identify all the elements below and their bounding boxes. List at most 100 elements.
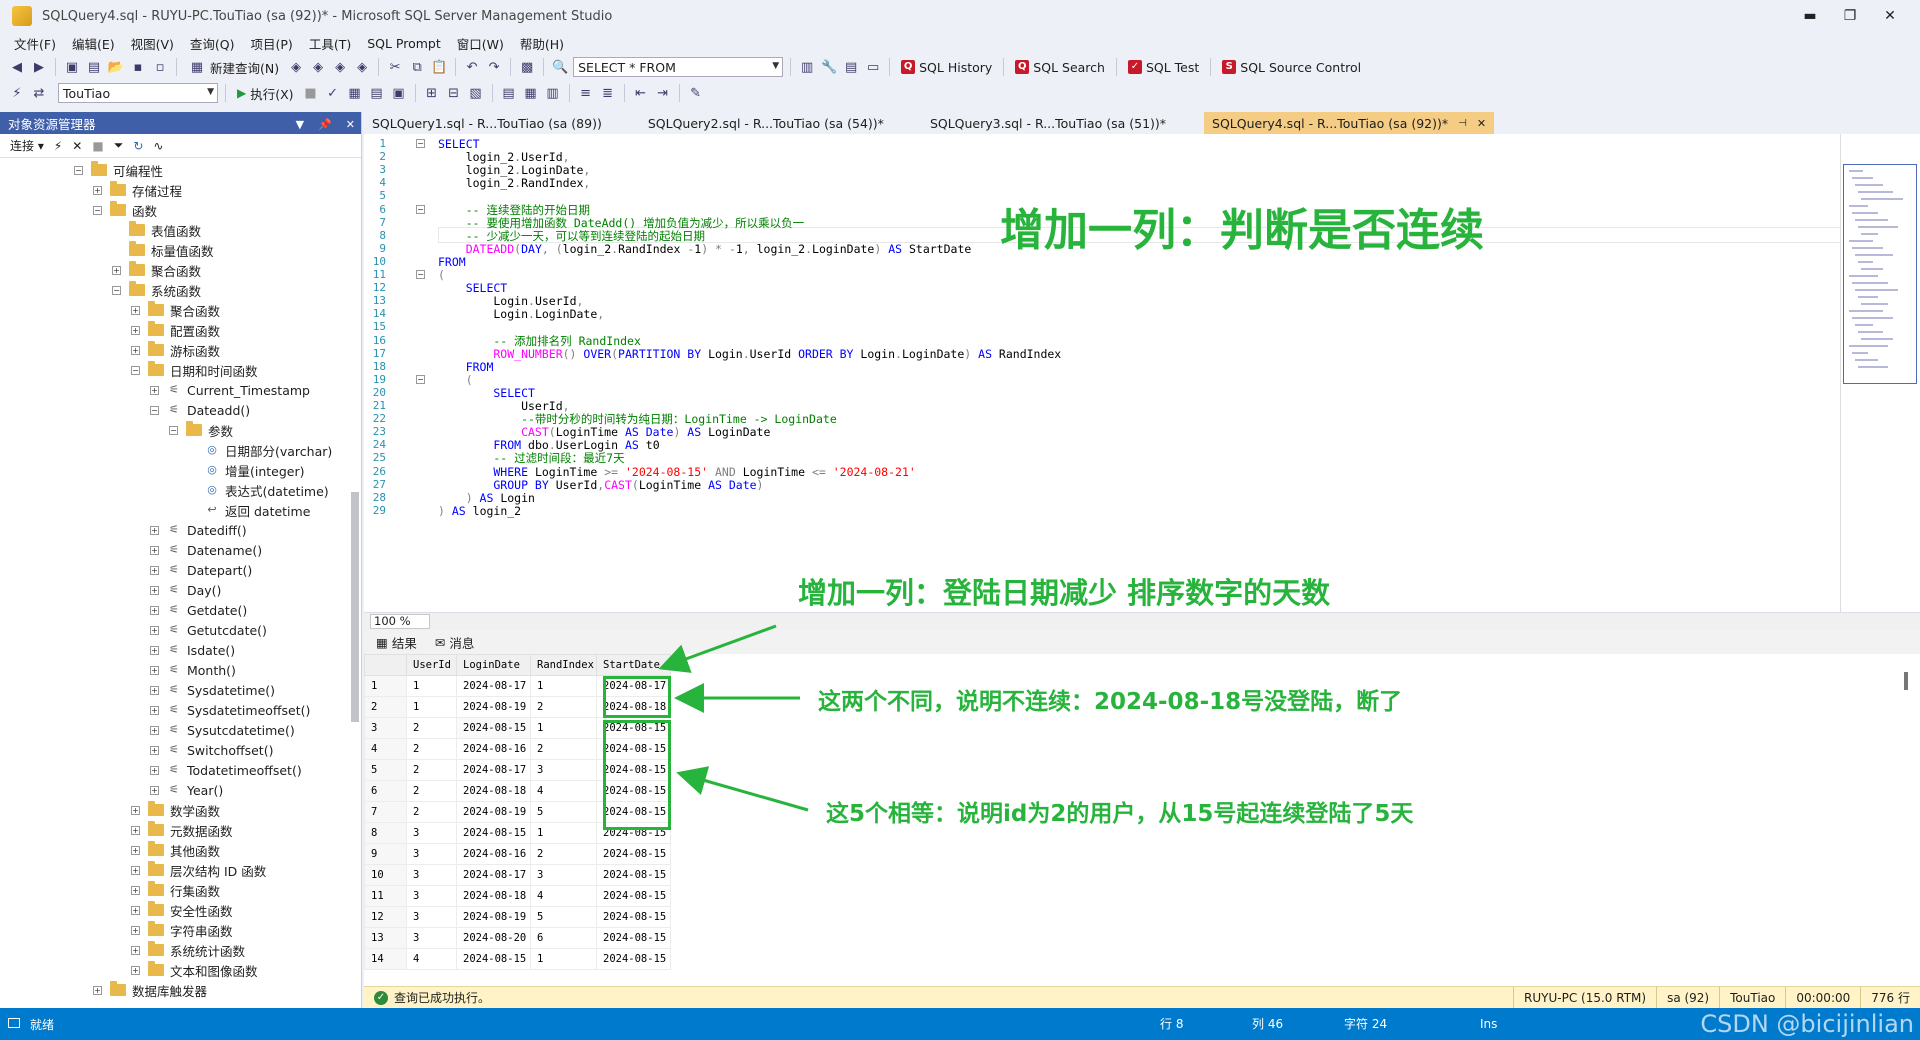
row-number[interactable]: 1 [364,675,407,697]
expand-icon[interactable]: + [112,265,121,275]
mdx-query-icon[interactable]: ◈ [287,58,305,76]
code-line[interactable]: login_2.RandIndex, [438,175,591,191]
menu-project[interactable]: 项目(P) [243,34,301,53]
tree-node[interactable]: 表值函数 [112,220,201,240]
expand-icon[interactable]: + [131,805,140,815]
menu-view[interactable]: 视图(V) [123,34,182,53]
client-stats-icon[interactable]: ▧ [467,84,485,102]
table-cell[interactable]: 2024-08-15 [596,927,671,949]
tree-node[interactable]: + ⚟ Switchoffset() [150,740,273,760]
paste-icon[interactable]: 📋 [430,58,448,76]
tree-node[interactable]: + ⚟ Getdate() [150,600,247,620]
table-cell[interactable]: 2024-08-15 [456,948,531,970]
table-cell[interactable]: 2 [406,717,457,739]
tree-node[interactable]: + 字符串函数 [131,920,233,940]
expand-icon[interactable]: + [131,825,140,835]
row-number[interactable]: 4 [364,738,407,760]
table-cell[interactable]: 2024-08-19 [456,801,531,823]
table-cell[interactable]: 2 [406,738,457,760]
minimap-viewport[interactable] [1843,164,1917,384]
tree-node[interactable]: − 日期和时间函数 [131,360,258,380]
tab-sqlquery1[interactable]: SQLQuery1.sql - R...TouTiao (sa (89)) [364,112,610,134]
execute-button[interactable]: ▶ 执行(X) [233,84,298,103]
results-file-icon[interactable]: ▥ [544,84,562,102]
expand-icon[interactable] [112,246,121,255]
expand-icon[interactable]: + [150,685,159,695]
connect-icon[interactable]: ⚡ [54,139,62,153]
tree-node[interactable]: + 数学函数 [131,800,220,820]
tree-node[interactable]: 标量值函数 [112,240,214,260]
undo-icon[interactable]: ↶ [463,58,481,76]
tree-node[interactable]: + 其他函数 [131,840,220,860]
new-project-icon[interactable]: ▣ [63,58,81,76]
table-cell[interactable]: 1 [530,717,597,739]
table-cell[interactable]: 1 [530,948,597,970]
save-all-icon[interactable]: ▫ [151,58,169,76]
table-cell[interactable]: 2024-08-18 [456,885,531,907]
expand-icon[interactable]: + [150,585,159,595]
row-number[interactable]: 6 [364,780,407,802]
tree-node[interactable]: ↩ 返回 datetime [188,500,310,520]
tree-node[interactable]: + 聚合函数 [112,260,201,280]
collapse-icon[interactable]: − [169,425,178,435]
tree-node[interactable]: + ⚟ Sysutcdatetime() [150,720,295,740]
include-plan-icon[interactable]: ⊞ [423,84,441,102]
open-file-icon[interactable]: 📂 [107,58,125,76]
expand-icon[interactable]: + [150,705,159,715]
results-text-icon[interactable]: ▤ [500,84,518,102]
table-cell[interactable]: 5 [530,801,597,823]
collapse-icon[interactable]: − [74,165,83,175]
row-number[interactable]: 2 [364,696,407,718]
tree-node[interactable]: + 数据库触发器 [93,980,207,1000]
tree-node[interactable]: + ⚟ Sysdatetime() [150,680,275,700]
tree-node[interactable]: + 安全性函数 [131,900,233,920]
collapse-icon[interactable]: − [150,405,159,415]
table-cell[interactable]: 2 [406,759,457,781]
table-cell[interactable]: 3 [406,885,457,907]
tree-node[interactable]: + 文本和图像函数 [131,960,258,980]
comment-icon[interactable]: ≡ [577,84,595,102]
tree-node[interactable]: − 系统函数 [112,280,201,300]
expand-icon[interactable]: + [93,985,102,995]
row-number[interactable]: 5 [364,759,407,781]
table-cell[interactable]: 1 [406,675,457,697]
table-cell[interactable]: 2024-08-16 [456,843,531,865]
parse-icon[interactable]: ✓ [324,84,342,102]
tree-node[interactable]: + ⚟ Getutcdate() [150,620,267,640]
pin-icon[interactable]: 📌 [318,118,332,131]
row-number[interactable]: 10 [364,864,407,886]
table-cell[interactable]: 3 [406,927,457,949]
tree-node[interactable]: + ⚟ Year() [150,780,223,800]
dax-query-icon[interactable]: ◈ [353,58,371,76]
results-grid-icon[interactable]: ▦ [522,84,540,102]
save-icon[interactable]: ▪ [129,58,147,76]
menu-query[interactable]: 查询(Q) [182,34,243,53]
tree-node[interactable]: + 元数据函数 [131,820,233,840]
toolbox-icon[interactable]: ▤ [842,58,860,76]
tree-node[interactable]: + ⚟ Sysdatetimeoffset() [150,700,310,720]
tree-node[interactable]: ◎ 日期部分(varchar) [188,440,332,460]
expand-icon[interactable] [112,226,121,235]
table-row[interactable]: 10 3 2024-08-17 3 2024-08-15 [364,864,671,886]
tree-node[interactable]: + ⚟ Todatetimeoffset() [150,760,302,780]
tree-node[interactable]: + ⚟ Month() [150,660,236,680]
find-combo[interactable]: SELECT * FROM ▼ [573,57,784,77]
sql-history-button[interactable]: Q SQL History [897,60,996,75]
table-row[interactable]: 9 3 2024-08-16 2 2024-08-15 [364,843,671,865]
column-header[interactable]: StartDate [596,654,671,676]
collapse-icon[interactable]: − [112,285,121,295]
table-cell[interactable]: 2024-08-19 [456,696,531,718]
tree-node[interactable]: + 层次结构 ID 函数 [131,860,266,880]
table-cell[interactable]: 2 [530,738,597,760]
table-cell[interactable]: 2024-08-15 [596,948,671,970]
connect-icon[interactable]: ⚡ [8,84,26,102]
table-cell[interactable]: 1 [406,696,457,718]
tab-sqlquery4[interactable]: SQLQuery4.sql - R...TouTiao (sa (92))* ⊣ ✕ [1204,112,1495,134]
minimap[interactable] [1840,134,1920,612]
expand-icon[interactable]: + [131,345,140,355]
sql-source-control-button[interactable]: S SQL Source Control [1218,60,1365,75]
table-cell[interactable]: 2024-08-17 [456,675,531,697]
expand-icon[interactable]: + [150,765,159,775]
menu-sql-prompt[interactable]: SQL Prompt [359,36,449,51]
tab-sqlquery2[interactable]: SQLQuery2.sql - R...TouTiao (sa (54))* [640,112,892,134]
